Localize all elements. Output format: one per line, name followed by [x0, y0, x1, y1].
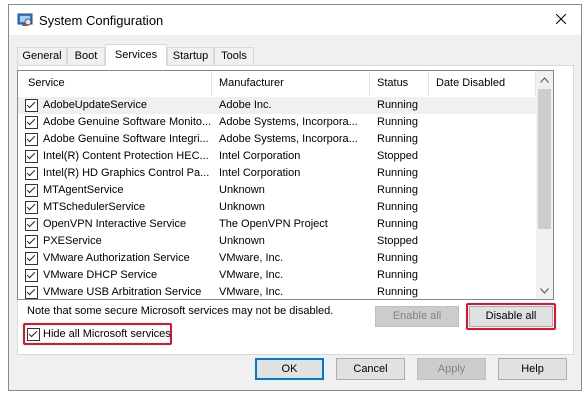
manufacturer: The OpenVPN Project	[219, 218, 328, 230]
column-header-manufacturer[interactable]: Manufacturer	[212, 71, 370, 96]
manufacturer: Unknown	[219, 184, 265, 196]
table-row[interactable]: Adobe Genuine Software Monito... Adobe S…	[18, 114, 536, 131]
hide-microsoft-services-label: Hide all Microsoft services	[43, 328, 171, 340]
service-name: Intel(R) HD Graphics Control Pa...	[43, 167, 210, 179]
checkbox-checked-icon[interactable]	[25, 150, 38, 163]
checkbox-checked-icon[interactable]	[25, 235, 38, 248]
manufacturer: Unknown	[219, 201, 265, 213]
manufacturer: Intel Corporation	[219, 167, 301, 179]
manufacturer: VMware, Inc.	[219, 252, 284, 264]
checkbox-checked-icon[interactable]	[25, 201, 38, 214]
close-icon	[555, 13, 567, 27]
scroll-thumb[interactable]	[538, 89, 551, 229]
close-button[interactable]	[541, 5, 581, 35]
cancel-button[interactable]: Cancel	[336, 358, 405, 380]
tab-general[interactable]: General	[17, 47, 67, 65]
service-name: VMware USB Arbitration Service	[43, 286, 202, 298]
status: Running	[377, 252, 418, 264]
status: Stopped	[377, 235, 418, 247]
service-name: AdobeUpdateService	[43, 99, 147, 111]
table-row[interactable]: VMware DHCP Service VMware, Inc. Running	[18, 267, 536, 284]
checkbox-checked-icon[interactable]	[25, 286, 38, 299]
enable-all-button[interactable]: Enable all	[375, 306, 459, 327]
manufacturer: Adobe Inc.	[219, 99, 272, 111]
manufacturer: VMware, Inc.	[219, 269, 284, 281]
checkbox-checked-icon[interactable]	[25, 218, 38, 231]
manufacturer: Adobe Systems, Incorpora...	[219, 116, 358, 128]
window-title: System Configuration	[39, 13, 164, 28]
service-name: VMware DHCP Service	[43, 269, 158, 281]
service-name: MTSchedulerService	[43, 201, 146, 213]
vertical-scrollbar[interactable]	[536, 71, 553, 299]
table-row[interactable]: PXEService Unknown Stopped	[18, 233, 536, 250]
column-header-service[interactable]: Service	[18, 71, 212, 96]
scroll-down-icon[interactable]	[536, 282, 553, 299]
manufacturer: Adobe Systems, Incorpora...	[219, 133, 358, 145]
checkbox-checked-icon[interactable]	[25, 184, 38, 197]
help-button[interactable]: Help	[498, 358, 567, 380]
tab-boot[interactable]: Boot	[67, 47, 105, 65]
column-header-date-disabled[interactable]: Date Disabled	[429, 71, 536, 96]
status: Stopped	[377, 150, 418, 162]
services-list[interactable]: Service Manufacturer Status Date Disable…	[17, 70, 554, 300]
manufacturer: Intel Corporation	[219, 150, 301, 162]
service-name: VMware Authorization Service	[43, 252, 190, 264]
service-name: MTAgentService	[43, 184, 124, 196]
list-header: Service Manufacturer Status Date Disable…	[18, 71, 536, 96]
checkbox-checked-icon[interactable]	[25, 116, 38, 129]
service-name: Adobe Genuine Software Integri...	[43, 133, 209, 145]
checkbox-checked-icon[interactable]	[25, 99, 38, 112]
status: Running	[377, 218, 418, 230]
service-name: OpenVPN Interactive Service	[43, 218, 187, 230]
system-config-icon	[17, 12, 33, 28]
table-row[interactable]: MTSchedulerService Unknown Running	[18, 199, 536, 216]
column-header-status[interactable]: Status	[370, 71, 429, 96]
status: Running	[377, 133, 418, 145]
apply-button[interactable]: Apply	[417, 358, 486, 380]
service-name: PXEService	[43, 235, 102, 247]
service-name: Adobe Genuine Software Monito...	[43, 116, 211, 128]
title-bar[interactable]: System Configuration	[9, 5, 581, 35]
checkbox-checked-icon[interactable]	[25, 252, 38, 265]
table-row[interactable]: Adobe Genuine Software Integri... Adobe …	[18, 131, 536, 148]
tab-tools[interactable]: Tools	[214, 47, 254, 65]
note-text: Note that some secure Microsoft services…	[27, 305, 334, 317]
status: Running	[377, 116, 418, 128]
checkbox-checked-icon[interactable]	[25, 269, 38, 282]
table-row[interactable]: OpenVPN Interactive Service The OpenVPN …	[18, 216, 536, 233]
table-row[interactable]: VMware USB Arbitration Service VMware, I…	[18, 284, 536, 299]
status: Running	[377, 184, 418, 196]
service-name: Intel(R) Content Protection HEC...	[43, 150, 209, 162]
table-row[interactable]: AdobeUpdateService Adobe Inc. Running	[18, 97, 536, 114]
table-row[interactable]: Intel(R) HD Graphics Control Pa... Intel…	[18, 165, 536, 182]
status: Running	[377, 269, 418, 281]
tab-services[interactable]: Services	[105, 44, 167, 66]
ok-button[interactable]: OK	[255, 358, 324, 380]
table-row[interactable]: VMware Authorization Service VMware, Inc…	[18, 250, 536, 267]
disable-all-button[interactable]: Disable all	[469, 306, 553, 327]
checkbox-checked-icon[interactable]	[27, 328, 40, 341]
scroll-up-icon[interactable]	[536, 71, 553, 88]
tab-startup[interactable]: Startup	[167, 47, 214, 65]
checkbox-checked-icon[interactable]	[25, 133, 38, 146]
table-row[interactable]: MTAgentService Unknown Running	[18, 182, 536, 199]
status: Running	[377, 201, 418, 213]
status: Running	[377, 167, 418, 179]
table-row[interactable]: Intel(R) Content Protection HEC... Intel…	[18, 148, 536, 165]
status: Running	[377, 286, 418, 298]
checkbox-checked-icon[interactable]	[25, 167, 38, 180]
manufacturer: VMware, Inc.	[219, 286, 284, 298]
status: Running	[377, 99, 418, 111]
manufacturer: Unknown	[219, 235, 265, 247]
